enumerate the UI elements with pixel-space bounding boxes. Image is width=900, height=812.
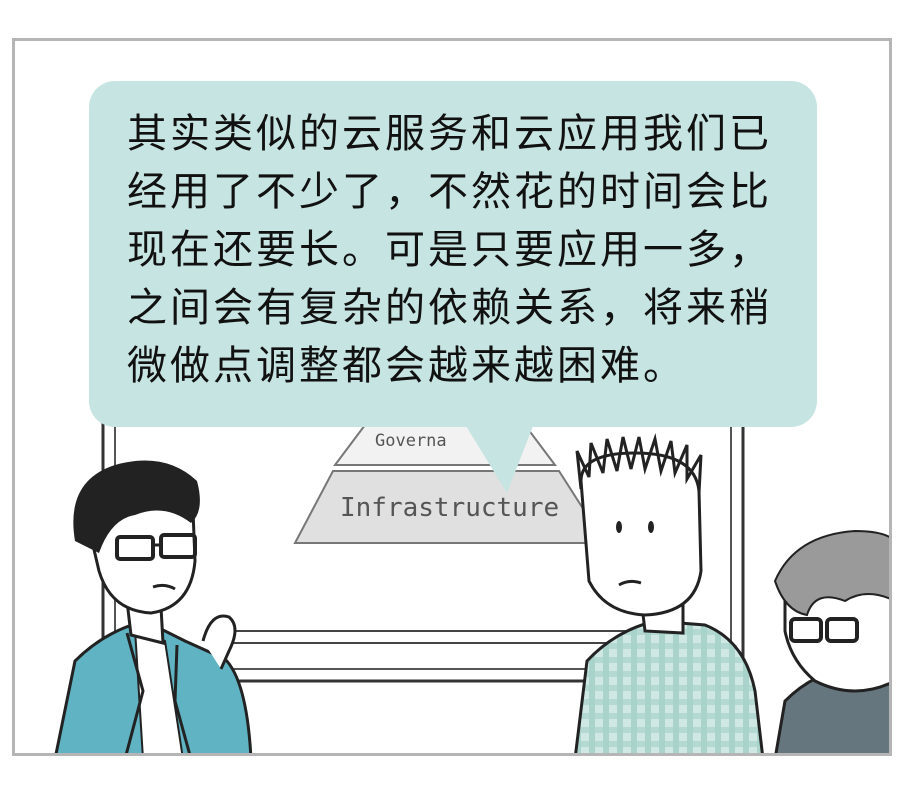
pyramid-top-label: Governa xyxy=(375,431,447,451)
comic-panel: Governa Infrastructure 其实类似的云服务和云应用我们已 经… xyxy=(12,38,892,756)
pyramid-bottom-label: Infrastructure xyxy=(340,493,560,523)
speech-bubble: 其实类似的云服务和云应用我们已 经用了不少了，不然花的时间会比 现在还要长。可是… xyxy=(89,81,817,427)
character-right xyxy=(773,529,889,753)
speech-bubble-text: 其实类似的云服务和云应用我们已 经用了不少了，不然花的时间会比 现在还要长。可是… xyxy=(127,111,772,389)
